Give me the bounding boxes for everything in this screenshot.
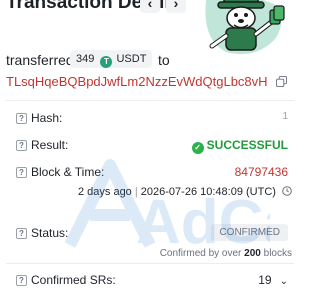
result-value: ✓ SUCCESSFUL — [191, 138, 288, 154]
amount-value: 349 — [76, 53, 95, 65]
block-time-label: Block & Time: — [31, 165, 105, 179]
summary-verb: transferred — [6, 52, 74, 68]
next-button[interactable]: › — [166, 0, 186, 13]
summary-preposition: to — [158, 52, 170, 68]
confirmation-suffix: blocks — [263, 248, 292, 259]
recipient-address-link[interactable]: TLsqHqeBQBpdJwfLm2NzzEvWdQtgLbc8vH — [6, 74, 268, 89]
usdt-token-icon: T — [100, 56, 113, 68]
result-status-text: SUCCESSFUL — [206, 138, 288, 152]
hash-field: ? Hash: 1 — [16, 110, 296, 130]
confirmation-prefix: Confirmed by over — [159, 248, 242, 259]
divider — [6, 263, 294, 264]
confirmed-srs-dropdown[interactable]: 19 ⌄ — [258, 273, 288, 287]
confirmation-note: Confirmed by over 200 blocks — [160, 248, 292, 259]
recipient-address-row: TLsqHqeBQBpdJwfLm2NzzEvWdQtgLbc8vH — [6, 73, 296, 91]
divider — [6, 100, 294, 101]
previous-button[interactable]: ‹ — [140, 0, 160, 13]
help-icon[interactable]: ? — [16, 113, 27, 124]
amount-pill: 349 T USDT — [70, 50, 153, 68]
help-icon[interactable]: ? — [16, 275, 27, 286]
check-circle-icon: ✓ — [191, 142, 204, 154]
confirmation-count: 200 — [244, 248, 261, 259]
hash-value: 1 — [282, 111, 288, 122]
copy-icon[interactable] — [276, 76, 287, 87]
block-number-link[interactable]: 84797436 — [235, 165, 288, 179]
help-icon[interactable]: ? — [16, 167, 27, 178]
status-badge: CONFIRMED — [211, 224, 288, 241]
status-label: Status: — [31, 226, 69, 240]
time-separator: | — [134, 186, 138, 198]
block-timestamp: 2 days ago | 2026-07-26 10:48:09 (UTC) — [78, 186, 292, 198]
status-field: ? Status: CONFIRMED — [16, 224, 296, 245]
confirmed-srs-field: ? Confirmed SRs: 19 ⌄ — [16, 272, 296, 292]
help-icon[interactable]: ? — [16, 140, 27, 151]
block-time-field: ? Block & Time: 84797436 — [16, 164, 296, 184]
clock-icon[interactable] — [282, 186, 292, 196]
transfer-summary: transferred 349 T USDT to — [6, 50, 296, 70]
confirmed-srs-label: Confirmed SRs: — [31, 273, 116, 287]
utc-timestamp: 2026-07-26 10:48:09 (UTC) — [140, 186, 276, 198]
relative-time: 2 days ago — [77, 186, 132, 198]
confirmed-srs-value: 19 — [258, 273, 272, 287]
help-icon[interactable]: ? — [16, 228, 27, 239]
hash-label: Hash: — [31, 111, 63, 125]
result-label: Result: — [31, 138, 69, 152]
token-symbol: USDT — [116, 53, 147, 65]
chevron-down-icon: ⌄ — [279, 276, 288, 287]
result-field: ? Result: ✓ SUCCESSFUL — [16, 137, 296, 157]
